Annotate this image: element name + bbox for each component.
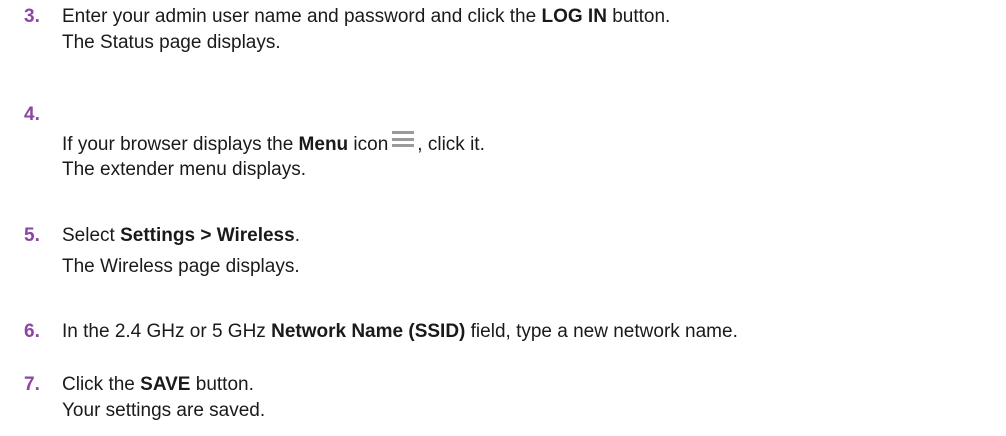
ui-term: Settings > Wireless — [120, 225, 295, 246]
hamburger-menu-icon — [392, 131, 415, 147]
ui-term: Network Name (SSID) — [271, 321, 466, 342]
step-result: The Status page displays. — [62, 32, 281, 53]
step-number: 3. — [24, 6, 40, 27]
step-number: 6. — [24, 321, 40, 342]
step-instruction: Click the SAVE button. — [62, 374, 254, 395]
step-result: The Wireless page displays. — [62, 256, 300, 277]
ui-term: Menu — [298, 134, 349, 155]
step-instruction: Select Settings > Wireless. — [62, 225, 300, 246]
step-number: 7. — [24, 374, 40, 395]
step-number: 5. — [24, 225, 40, 246]
step-instruction: Enter your admin user name and password … — [62, 6, 671, 27]
ui-term: LOG IN — [541, 6, 607, 27]
step-number: 4. — [24, 104, 40, 125]
step-instruction: In the 2.4 GHz or 5 GHz Network Name (SS… — [62, 321, 738, 342]
step-result: The extender menu displays. — [62, 159, 306, 180]
step-instruction: If your browser displays the Menu icon, … — [62, 131, 485, 158]
ui-term: SAVE — [140, 374, 191, 395]
step-result: Your settings are saved. — [62, 400, 266, 421]
